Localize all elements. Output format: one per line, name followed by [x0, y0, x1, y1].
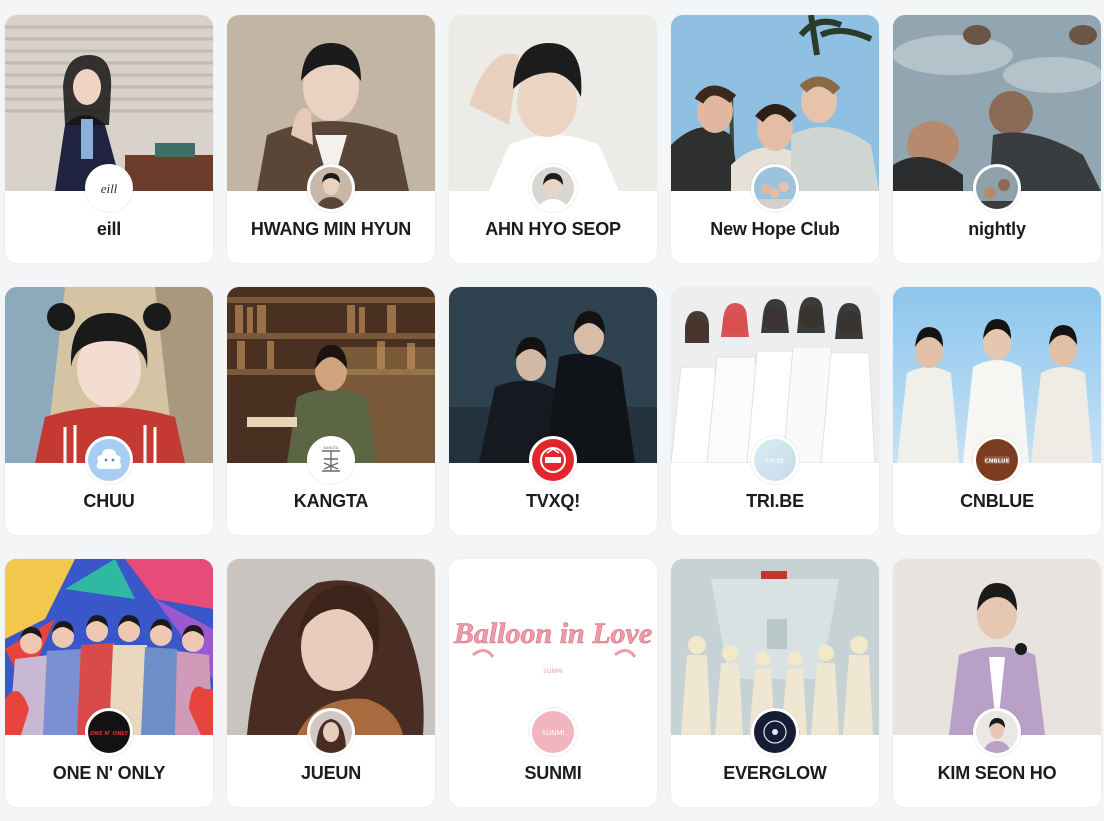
artist-name: TVXQ!	[525, 491, 580, 511]
artist-card-ahn-hyo-seop[interactable]: AHN HYO SEOP	[449, 15, 657, 263]
artist-card-new-hope-club[interactable]: New Hope Club	[671, 15, 879, 263]
cover-album-title: Balloon in Love	[453, 617, 652, 650]
artist-name: CNBLUE	[960, 491, 1034, 511]
artist-name: AHN HYO SEOP	[485, 219, 621, 239]
artist-avatar: eill	[85, 164, 133, 212]
avatar-logo-text: eill	[101, 181, 118, 196]
artist-card-tri-be[interactable]: TRI.BE TRI.BE	[671, 287, 879, 535]
artist-card-nightly[interactable]: nightly	[893, 15, 1101, 263]
artist-avatar	[85, 436, 133, 484]
artist-avatar	[751, 164, 799, 212]
artist-avatar	[307, 708, 355, 756]
avatar-logo-text: CNBLUE	[985, 459, 1010, 465]
artist-avatar	[973, 708, 1021, 756]
artist-avatar	[529, 164, 577, 212]
artist-name: KIM SEON HO	[937, 763, 1057, 783]
artist-card-hwang-min-hyun[interactable]: HWANG MIN HYUN	[227, 15, 435, 263]
artist-name: CHUU	[83, 491, 135, 511]
avatar-logo-text: TRI.BE	[764, 458, 785, 465]
artist-card-eill[interactable]: eill eill	[5, 15, 213, 263]
artist-avatar	[973, 164, 1021, 212]
artist-card-tvxq[interactable]: TVXQ!	[449, 287, 657, 535]
artist-name: ONE N' ONLY	[52, 763, 166, 783]
artist-avatar	[751, 708, 799, 756]
artist-name: TRI.BE	[746, 491, 804, 511]
artist-name: eill	[96, 219, 122, 239]
artist-card-jueun[interactable]: JUEUN	[227, 559, 435, 807]
avatar-logo-text: SUNMI	[542, 729, 565, 737]
artist-avatar	[529, 436, 577, 484]
artist-name: HWANG MIN HYUN	[250, 219, 412, 239]
artist-avatar: CNBLUE	[973, 436, 1021, 484]
artist-card-kangta[interactable]: KANGTA KANGTA	[227, 287, 435, 535]
artist-avatar: SUNMI	[529, 708, 577, 756]
artist-name: EVERGLOW	[723, 763, 827, 783]
avatar-logo-text: ONE N' ONLY	[90, 731, 129, 737]
artist-card-cnblue[interactable]: CNBLUE CNBLUE	[893, 287, 1101, 535]
artist-name: KANGTA	[293, 491, 369, 511]
artist-grid: eill eill HWANG MIN HYUN AHN HYO SEOP Ne…	[5, 15, 1101, 807]
artist-avatar: KANGTA	[307, 436, 355, 484]
artist-name: SUNMI	[524, 763, 582, 783]
artist-card-chuu[interactable]: CHUU	[5, 287, 213, 535]
artist-card-sunmi[interactable]: Balloon in Love SUNMI SUNMI SUNMI	[449, 559, 657, 807]
artist-name: New Hope Club	[710, 219, 840, 239]
avatar-logo-text: KANGTA	[324, 446, 339, 450]
artist-card-kim-seon-ho[interactable]: KIM SEON HO	[893, 559, 1101, 807]
artist-card-one-n-only[interactable]: ONE N' ONLY ONE N' ONLY	[5, 559, 213, 807]
artist-card-everglow[interactable]: EVERGLOW	[671, 559, 879, 807]
artist-name: JUEUN	[300, 763, 361, 783]
cover-artist-text: SUNMI	[543, 668, 563, 675]
artist-avatar: TRI.BE	[751, 436, 799, 484]
artist-name: nightly	[968, 219, 1026, 239]
artist-avatar: ONE N' ONLY	[85, 708, 133, 756]
artist-avatar	[307, 164, 355, 212]
